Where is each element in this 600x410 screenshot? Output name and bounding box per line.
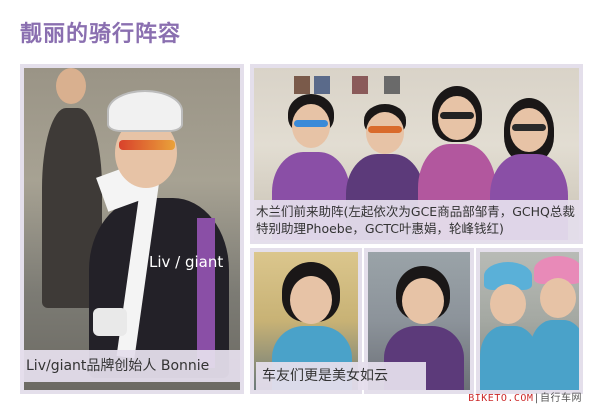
wall-frame <box>294 76 310 94</box>
photo-bonnie-image: Liv / giant <box>24 68 240 390</box>
sunglasses <box>119 140 175 150</box>
site-watermark: BIKETO.COM|自行车网 <box>468 389 582 404</box>
watermark-cn: 自行车网 <box>540 393 582 404</box>
watermark-site: BIKETO.COM <box>468 393 534 404</box>
wall-frame <box>352 76 368 94</box>
photo-rider-3 <box>476 248 583 394</box>
page-title: 靓丽的骑行阵容 <box>20 22 182 47</box>
caption-bottom: 车友们更是美女如云 <box>256 362 426 390</box>
wall-frame <box>384 76 400 94</box>
photo-rider-3-image <box>480 252 579 390</box>
rider-4 <box>530 256 579 390</box>
wall-frame <box>314 76 330 94</box>
caption-bonnie: Liv/giant品牌创始人 Bonnie <box>20 350 242 382</box>
jersey-logo: Liv / giant <box>149 253 224 271</box>
caption-group: 木兰们前来助阵(左起依次为GCE商品部邹青，GCHQ总裁特别助理Phoebe，G… <box>250 200 583 242</box>
photo-bonnie: Liv / giant <box>20 64 244 394</box>
bonnie-figure: Liv / giant <box>79 78 239 378</box>
cycling-glove <box>93 308 127 336</box>
white-helmet <box>107 90 183 132</box>
